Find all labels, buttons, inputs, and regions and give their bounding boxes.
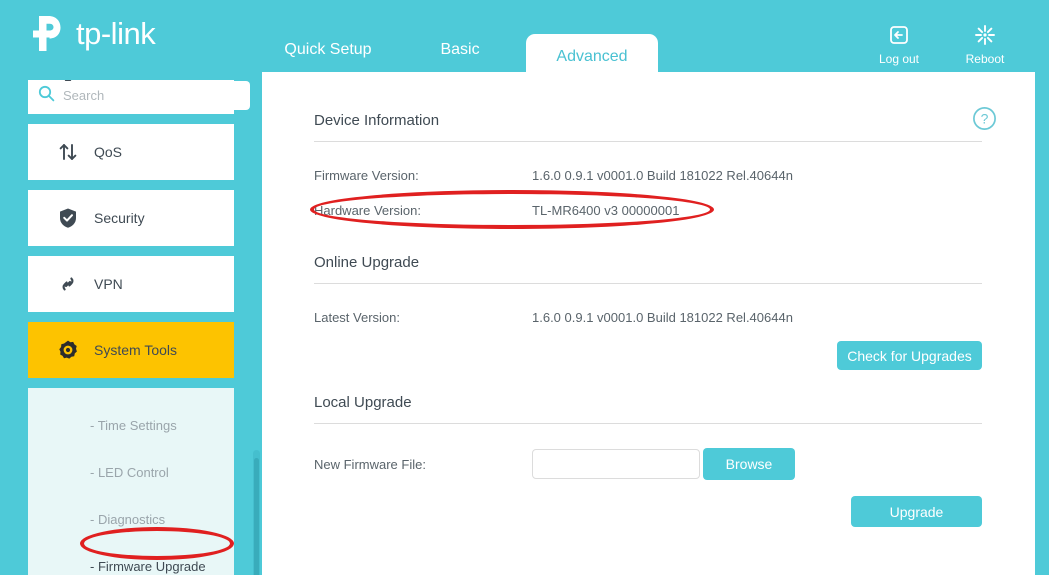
latest-version-value: 1.6.0 0.9.1 v0001.0 Build 181022 Rel.406… <box>532 310 793 325</box>
router-admin-page: tp-link Quick Setup Basic Advanced Log o… <box>0 0 1049 575</box>
row-new-firmware-file: New Firmware File: Browse <box>314 448 982 480</box>
section-title: Device Information <box>314 112 440 129</box>
section-device-information: Device Information Firmware Version: 1.6… <box>314 112 982 218</box>
sidebar-item-label: QoS <box>94 144 123 160</box>
sidebar-submenu-system-tools: - Time Settings - LED Control - Diagnost… <box>28 388 234 575</box>
firmware-version-value: 1.6.0 0.9.1 v0001.0 Build 181022 Rel.406… <box>532 168 793 183</box>
sidebar-item-system-tools[interactable]: System Tools <box>28 322 234 378</box>
check-for-upgrades-button[interactable]: Check for Upgrades <box>837 341 982 370</box>
new-firmware-file-input[interactable] <box>532 449 700 479</box>
row-firmware-version: Firmware Version: 1.6.0 0.9.1 v0001.0 Bu… <box>314 168 982 183</box>
qos-arrows-icon <box>48 141 88 163</box>
browse-button[interactable]: Browse <box>703 448 795 480</box>
sidebar-item-security[interactable]: Security <box>28 190 234 246</box>
sidebar-item-label: Security <box>94 210 145 226</box>
sidebar-subitem-diagnostics[interactable]: - Diagnostics <box>28 496 234 543</box>
content-panel: ? Device Information Firmware Version: 1… <box>262 72 1035 575</box>
reboot-icon <box>957 22 1013 48</box>
search-box[interactable] <box>28 81 250 110</box>
sidebar-subitem-time-settings[interactable]: - Time Settings <box>28 402 234 449</box>
section-divider <box>314 283 982 284</box>
logout-button[interactable]: Log out <box>871 22 927 66</box>
hardware-version-label: Hardware Version: <box>314 203 421 218</box>
reboot-button[interactable]: Reboot <box>957 22 1013 66</box>
sidebar-menu: Parental Controls QoS <box>0 80 262 575</box>
tplink-logo-mark <box>26 12 70 56</box>
sidebar-subitem-led-control[interactable]: - LED Control <box>28 449 234 496</box>
search-input[interactable] <box>63 88 233 103</box>
sidebar-subitem-firmware-upgrade[interactable]: - Firmware Upgrade <box>28 543 234 575</box>
section-divider <box>314 141 982 142</box>
tplink-logo: tp-link <box>26 12 156 56</box>
section-title: Online Upgrade <box>314 254 420 271</box>
sidebar-item-vpn[interactable]: VPN <box>28 256 234 312</box>
upgrade-button[interactable]: Upgrade <box>851 496 982 527</box>
latest-version-label: Latest Version: <box>314 310 400 325</box>
gear-icon <box>48 339 88 361</box>
sidebar-item-label: System Tools <box>94 342 177 358</box>
firmware-version-label: Firmware Version: <box>314 168 419 183</box>
main-tabs: Quick Setup Basic Advanced <box>262 0 658 80</box>
new-firmware-file-label: New Firmware File: <box>314 456 426 472</box>
section-online-upgrade: Online Upgrade Latest Version: 1.6.0 0.9… <box>314 254 982 370</box>
sidebar-scrollbar-thumb[interactable] <box>254 458 259 575</box>
section-title: Local Upgrade <box>314 394 412 411</box>
logout-icon <box>871 22 927 48</box>
logout-label: Log out <box>878 52 920 66</box>
section-local-upgrade: Local Upgrade New Firmware File: Browse … <box>314 394 982 527</box>
search-icon <box>38 85 55 107</box>
tplink-logo-text: tp-link <box>76 16 156 51</box>
sidebar-item-qos[interactable]: QoS <box>28 124 234 180</box>
sidebar-item-label: VPN <box>94 276 123 292</box>
shield-icon <box>48 207 88 229</box>
hardware-version-value: TL-MR6400 v3 00000001 <box>532 203 680 218</box>
row-hardware-version: Hardware Version: TL-MR6400 v3 00000001 <box>314 203 982 218</box>
row-latest-version: Latest Version: 1.6.0 0.9.1 v0001.0 Buil… <box>314 310 982 325</box>
sidebar-scrollbar[interactable] <box>253 450 260 575</box>
reboot-label: Reboot <box>965 52 1005 66</box>
header-actions: Log out Reboot <box>871 22 1013 66</box>
link-chain-icon <box>48 273 88 295</box>
section-divider <box>314 423 982 424</box>
sidebar: Parental Controls QoS <box>0 80 262 575</box>
